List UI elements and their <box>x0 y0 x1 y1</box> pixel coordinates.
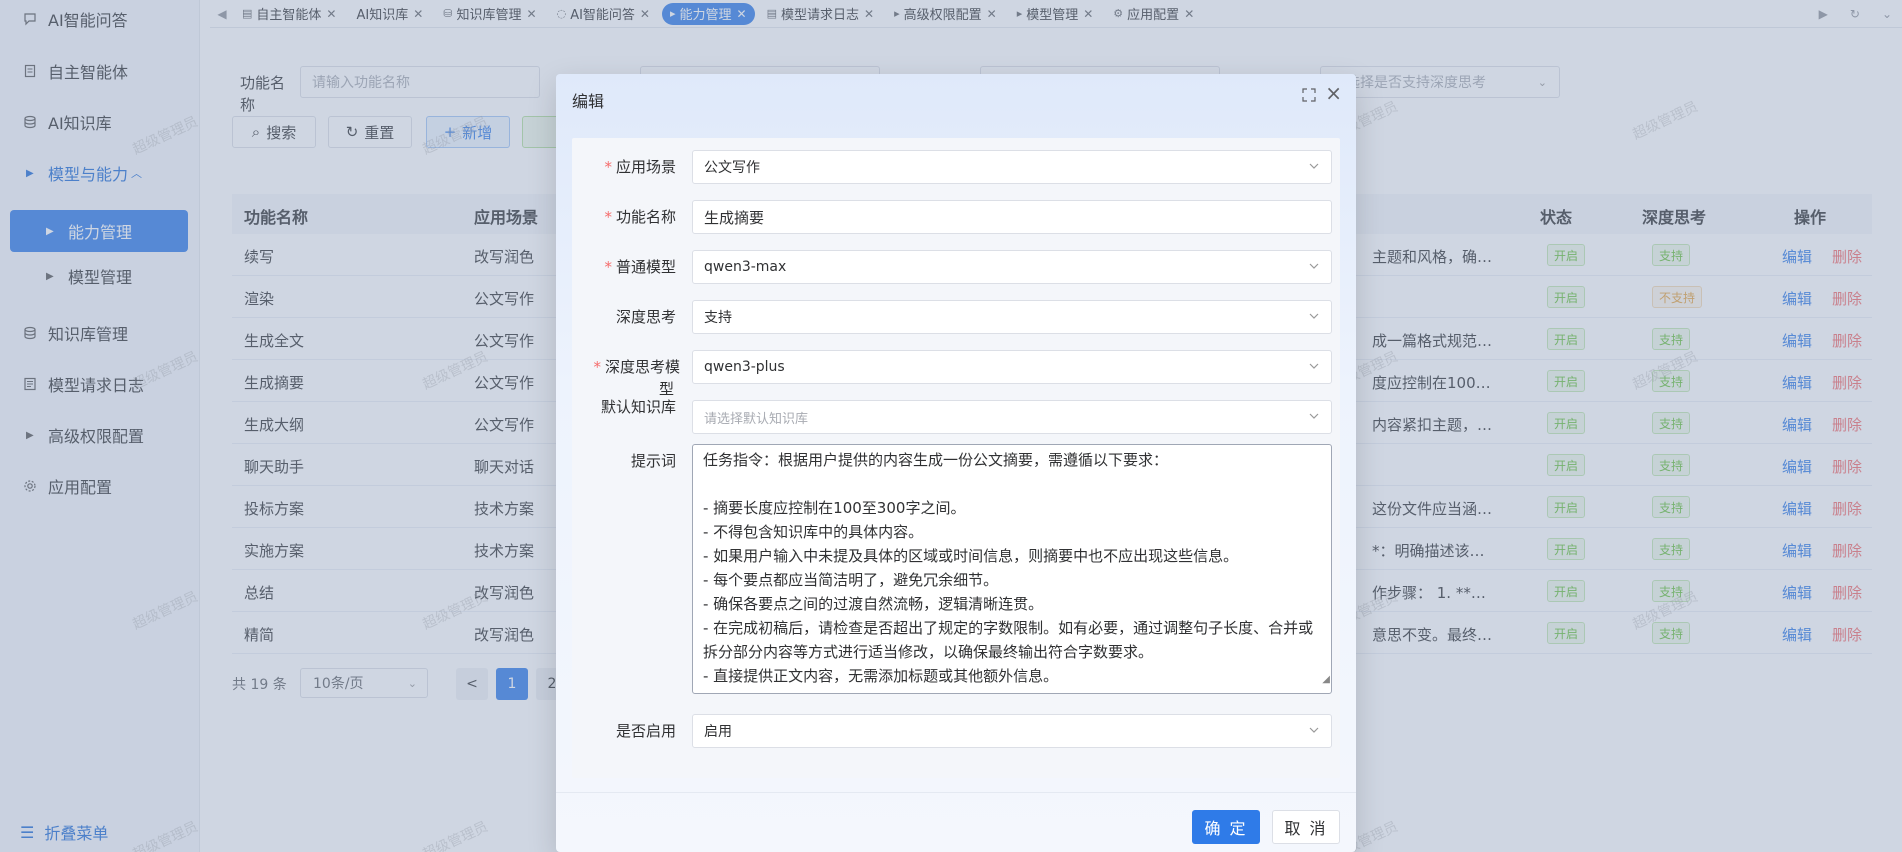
select-value: qwen3-max <box>704 259 787 275</box>
required-mark: * <box>604 258 612 276</box>
label-text: 深度思考模 <box>604 358 680 376</box>
enabled-label: 是否启用 <box>572 720 676 741</box>
deep-model-label: * 深度思考模 <box>572 356 680 377</box>
label-text: 普通模型 <box>615 258 676 276</box>
chevron-down-icon <box>1309 313 1319 319</box>
deep-select[interactable]: 支持 <box>692 300 1332 334</box>
chevron-down-icon <box>1309 413 1319 419</box>
prompt-line: - 每个要点都应当简洁明了，避免冗余细节。 <box>703 571 999 589</box>
prompt-line: 任务指令：根据用户提供的内容生成一份公文摘要，需遵循以下要求： <box>703 451 1169 469</box>
resize-handle-icon[interactable]: ◢ <box>1322 668 1330 692</box>
select-value: 公文写作 <box>704 160 760 176</box>
required-mark: * <box>604 158 612 176</box>
prompt-line: - 如果用户输入中未提及具体的区域或时间信息，则摘要中也不应出现这些信息。 <box>703 547 1239 565</box>
label-text: 应用场景 <box>615 158 676 176</box>
cancel-button[interactable]: 取 消 <box>1272 810 1340 844</box>
chevron-down-icon <box>1309 263 1319 269</box>
name-input[interactable]: 生成摘要 <box>692 200 1332 234</box>
prompt-line: - 摘要长度应控制在100至300字之间。 <box>703 499 966 517</box>
select-value: 支持 <box>704 310 732 326</box>
prompt-line: - 在完成初稿后，请检查是否超出了规定的字数限制。如有必要，通过调整句子长度、合… <box>703 619 1314 661</box>
label-text: 功能名称 <box>615 208 676 226</box>
label-text: 默认知识库 <box>600 398 676 416</box>
prompt-line: - 不得包含知识库中的具体内容。 <box>703 523 924 541</box>
prompt-textarea[interactable]: 任务指令：根据用户提供的内容生成一份公文摘要，需遵循以下要求： - 摘要长度应控制… <box>692 444 1332 694</box>
confirm-button[interactable]: 确 定 <box>1192 810 1260 844</box>
prompt-label: 提示词 <box>572 450 676 471</box>
label-text: 提示词 <box>630 452 676 470</box>
select-value: 启用 <box>704 724 732 740</box>
label-text: 是否启用 <box>615 722 676 740</box>
dialog-title: 编辑 <box>572 92 605 111</box>
label-text: 深度思考 <box>615 308 676 326</box>
chevron-down-icon <box>1309 727 1319 733</box>
enabled-select[interactable]: 启用 <box>692 714 1332 748</box>
edit-dialog: 编辑 × * 应用场景 公文写作 * 功能名称 生成摘要 * 普通模型 qwen3-m… <box>556 74 1356 852</box>
prompt-line: - 直接提供正文内容，无需添加标题或其他额外信息。 <box>703 667 1059 685</box>
fullscreen-icon[interactable] <box>1302 88 1316 102</box>
model-select[interactable]: qwen3-max <box>692 250 1332 284</box>
select-value: qwen3-plus <box>704 359 785 375</box>
deep-label: 深度思考 <box>572 306 676 327</box>
kb-label: 默认知识库 <box>572 396 676 417</box>
name-label: * 功能名称 <box>572 206 676 227</box>
chevron-down-icon <box>1309 163 1319 169</box>
scene-label: * 应用场景 <box>572 156 676 177</box>
deep-model-select[interactable]: qwen3-plus <box>692 350 1332 384</box>
chevron-down-icon <box>1309 363 1319 369</box>
dialog-footer: 确 定 取 消 <box>556 792 1356 852</box>
kb-select[interactable]: 请选择默认知识库 <box>692 400 1332 434</box>
prompt-line: - 确保各要点之间的过渡自然流畅，逻辑清晰连贯。 <box>703 595 1044 613</box>
button-label: 取 消 <box>1284 819 1328 838</box>
model-label: * 普通模型 <box>572 256 676 277</box>
close-icon[interactable]: × <box>1325 83 1342 103</box>
edit-form: * 应用场景 公文写作 * 功能名称 生成摘要 * 普通模型 qwen3-max 深度… <box>572 138 1340 778</box>
prompt-text: 任务指令：根据用户提供的内容生成一份公文摘要，需遵循以下要求： - 摘要长度应控制… <box>703 448 1321 688</box>
prompt-line <box>703 472 1321 496</box>
scene-select[interactable]: 公文写作 <box>692 150 1332 184</box>
input-value: 生成摘要 <box>704 208 765 227</box>
button-label: 确 定 <box>1204 819 1248 838</box>
required-mark: * <box>604 208 612 226</box>
required-mark: * <box>593 358 601 376</box>
placeholder-text: 请选择默认知识库 <box>704 411 809 427</box>
